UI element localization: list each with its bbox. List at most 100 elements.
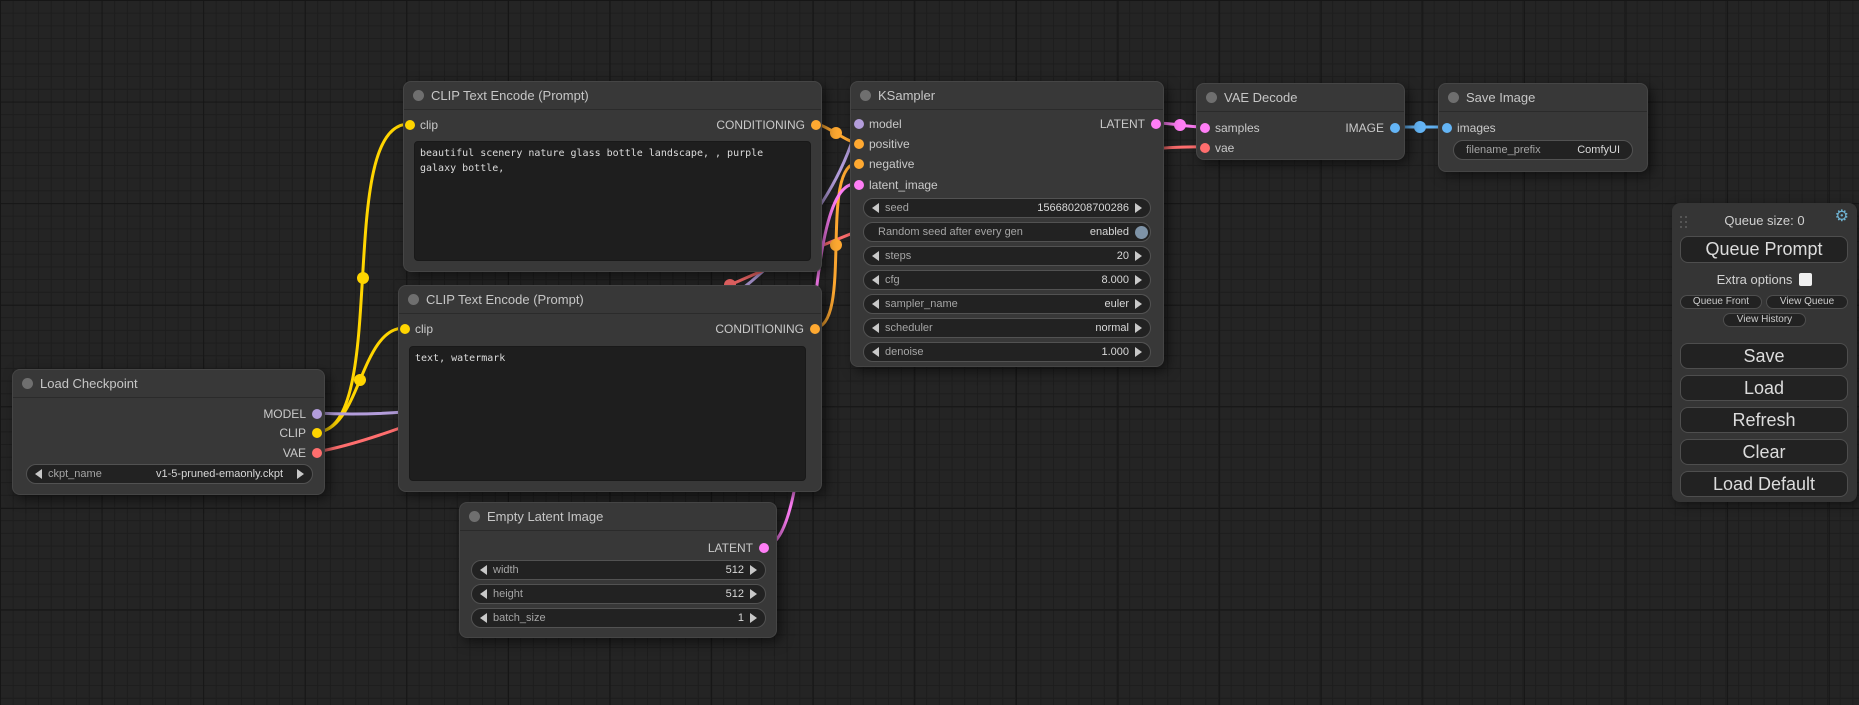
node-clip-text-encode-negative[interactable]: CLIP Text Encode (Prompt) clip CONDITION… <box>398 285 822 492</box>
input-label-model: model <box>869 117 902 131</box>
node-title: CLIP Text Encode (Prompt) <box>426 286 584 313</box>
node-title: Load Checkpoint <box>40 370 138 397</box>
queue-front-button[interactable]: Queue Front <box>1680 295 1762 309</box>
next-value-icon[interactable] <box>297 469 304 479</box>
queue-prompt-button[interactable]: Queue Prompt <box>1680 236 1848 263</box>
node-title-bar[interactable]: Empty Latent Image <box>460 503 776 531</box>
output-dot-model[interactable] <box>312 409 322 419</box>
output-dot-latent[interactable] <box>1151 119 1161 129</box>
input-dot-images[interactable] <box>1442 123 1452 133</box>
node-load-checkpoint[interactable]: Load Checkpoint MODEL CLIP VAE ckpt_name… <box>12 369 325 495</box>
node-save-image[interactable]: Save Image images filename_prefix ComfyU… <box>1438 83 1648 172</box>
widget-value: 8.000 <box>1101 274 1129 286</box>
input-dot-latent-image[interactable] <box>854 180 864 190</box>
sampler-name-widget[interactable]: sampler_name euler <box>863 294 1151 314</box>
link-dot-conditioning-positive <box>830 127 842 139</box>
input-dot-vae[interactable] <box>1200 143 1210 153</box>
output-dot-latent[interactable] <box>759 543 769 553</box>
widget-value: normal <box>1095 322 1129 334</box>
prev-value-icon[interactable] <box>872 251 879 261</box>
node-empty-latent-image[interactable]: Empty Latent Image LATENT width 512 heig… <box>459 502 777 638</box>
prompt-textarea[interactable]: text, watermark <box>409 346 806 481</box>
view-history-button[interactable]: View History <box>1723 313 1806 327</box>
node-title-bar[interactable]: Load Checkpoint <box>13 370 324 398</box>
output-dot-image[interactable] <box>1390 123 1400 133</box>
next-value-icon[interactable] <box>750 565 757 575</box>
input-dot-positive[interactable] <box>854 139 864 149</box>
input-label-vae: vae <box>1215 141 1234 155</box>
node-clip-text-encode-positive[interactable]: CLIP Text Encode (Prompt) clip CONDITION… <box>403 81 822 272</box>
collapse-dot-icon[interactable] <box>22 378 33 389</box>
next-value-icon[interactable] <box>1135 323 1142 333</box>
toggle-circle-icon[interactable] <box>1135 226 1148 239</box>
width-widget[interactable]: width 512 <box>471 560 766 580</box>
widget-value: 156680208700286 <box>1037 202 1129 214</box>
node-ksampler[interactable]: KSampler model positive negative latent_… <box>850 81 1164 367</box>
view-queue-button[interactable]: View Queue <box>1766 295 1848 309</box>
next-value-icon[interactable] <box>1135 299 1142 309</box>
load-button[interactable]: Load <box>1680 375 1848 401</box>
output-dot-conditioning[interactable] <box>810 324 820 334</box>
prev-value-icon[interactable] <box>480 565 487 575</box>
node-title-bar[interactable]: CLIP Text Encode (Prompt) <box>404 82 821 110</box>
widget-label: scheduler <box>885 322 933 334</box>
cfg-widget[interactable]: cfg 8.000 <box>863 270 1151 290</box>
prev-value-icon[interactable] <box>480 589 487 599</box>
seed-widget[interactable]: seed 156680208700286 <box>863 198 1151 218</box>
output-label-conditioning: CONDITIONING <box>716 118 805 132</box>
prompt-textarea[interactable]: beautiful scenery nature glass bottle la… <box>414 141 811 261</box>
output-dot-conditioning[interactable] <box>811 120 821 130</box>
settings-gear-icon[interactable]: ⚙ <box>1835 209 1849 225</box>
collapse-dot-icon[interactable] <box>408 294 419 305</box>
save-button[interactable]: Save <box>1680 343 1848 369</box>
node-title-bar[interactable]: KSampler <box>851 82 1163 110</box>
collapse-dot-icon[interactable] <box>1206 92 1217 103</box>
widget-value: 20 <box>1117 250 1129 262</box>
node-graph-canvas[interactable]: Load Checkpoint MODEL CLIP VAE ckpt_name… <box>0 0 1859 705</box>
scheduler-widget[interactable]: scheduler normal <box>863 318 1151 338</box>
prev-value-icon[interactable] <box>872 299 879 309</box>
next-value-icon[interactable] <box>1135 203 1142 213</box>
prev-value-icon[interactable] <box>35 469 42 479</box>
input-dot-model[interactable] <box>854 119 864 129</box>
prev-value-icon[interactable] <box>872 323 879 333</box>
input-label-positive: positive <box>869 137 910 151</box>
next-value-icon[interactable] <box>1135 251 1142 261</box>
next-value-icon[interactable] <box>750 589 757 599</box>
node-title: Save Image <box>1466 84 1535 111</box>
refresh-button[interactable]: Refresh <box>1680 407 1848 433</box>
output-dot-clip[interactable] <box>312 428 322 438</box>
next-value-icon[interactable] <box>1135 347 1142 357</box>
steps-widget[interactable]: steps 20 <box>863 246 1151 266</box>
collapse-dot-icon[interactable] <box>1448 92 1459 103</box>
output-label-latent: LATENT <box>1100 117 1145 131</box>
input-dot-negative[interactable] <box>854 159 864 169</box>
prev-value-icon[interactable] <box>872 275 879 285</box>
height-widget[interactable]: height 512 <box>471 584 766 604</box>
collapse-dot-icon[interactable] <box>860 90 871 101</box>
output-label-latent: LATENT <box>708 541 753 555</box>
next-value-icon[interactable] <box>1135 275 1142 285</box>
node-title-bar[interactable]: Save Image <box>1439 84 1647 112</box>
random-seed-toggle-widget[interactable]: Random seed after every gen enabled <box>863 222 1151 242</box>
prev-value-icon[interactable] <box>872 203 879 213</box>
collapse-dot-icon[interactable] <box>469 511 480 522</box>
denoise-widget[interactable]: denoise 1.000 <box>863 342 1151 362</box>
clear-button[interactable]: Clear <box>1680 439 1848 465</box>
node-title-bar[interactable]: CLIP Text Encode (Prompt) <box>399 286 821 314</box>
node-vae-decode[interactable]: VAE Decode samples vae IMAGE <box>1196 83 1405 160</box>
prev-value-icon[interactable] <box>872 347 879 357</box>
extra-options-checkbox[interactable] <box>1799 273 1812 286</box>
prev-value-icon[interactable] <box>480 613 487 623</box>
input-dot-clip[interactable] <box>405 120 415 130</box>
collapse-dot-icon[interactable] <box>413 90 424 101</box>
node-title-bar[interactable]: VAE Decode <box>1197 84 1404 112</box>
input-dot-clip[interactable] <box>400 324 410 334</box>
filename-prefix-widget[interactable]: filename_prefix ComfyUI <box>1453 140 1633 160</box>
load-default-button[interactable]: Load Default <box>1680 471 1848 497</box>
output-dot-vae[interactable] <box>312 448 322 458</box>
batch-size-widget[interactable]: batch_size 1 <box>471 608 766 628</box>
ckpt-name-widget[interactable]: ckpt_name v1-5-pruned-emaonly.ckpt <box>26 464 313 484</box>
input-dot-samples[interactable] <box>1200 123 1210 133</box>
next-value-icon[interactable] <box>750 613 757 623</box>
